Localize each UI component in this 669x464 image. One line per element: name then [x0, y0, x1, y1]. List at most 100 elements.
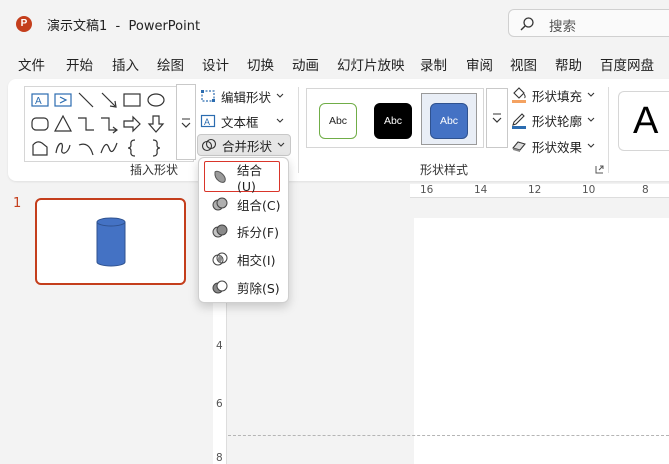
dialog-launcher-icon[interactable]	[595, 165, 604, 174]
rounded-rectangle-shape-icon[interactable]	[29, 113, 51, 135]
chevron-down-icon	[587, 117, 595, 122]
search-icon	[520, 17, 534, 31]
merge-shapes-icon	[201, 138, 217, 152]
ruler-tick-label: 4	[216, 340, 223, 352]
menu-item-label: 拆分(F)	[237, 224, 279, 240]
guide-line	[228, 435, 669, 436]
chevron-down-icon	[276, 93, 284, 98]
menu-item-subtract[interactable]: 剪除(S)	[205, 275, 283, 299]
freeform-shape-icon[interactable]	[29, 137, 51, 159]
ribbon-tabs: 文件 开始 插入 绘图 设计 切换 动画 幻灯片放映 录制 审阅 视图 帮助 百…	[0, 50, 669, 76]
ruler-tick-label: 6	[216, 398, 223, 410]
right-arrow-shape-icon[interactable]	[121, 113, 143, 135]
shape-style-swatch-outline-green[interactable]: Abc	[319, 103, 357, 139]
merge-shapes-menu: 结合(U) 组合(C) 拆分(F) 相交(I) 剪除(S)	[198, 157, 289, 303]
wordart-style-gallery[interactable]: A	[618, 91, 669, 151]
elbow-arrow-connector-shape-icon[interactable]	[98, 113, 120, 135]
menu-item-combine[interactable]: 组合(C)	[205, 192, 283, 216]
subtract-icon	[212, 280, 228, 294]
edit-shape-button[interactable]: 编辑形状	[200, 85, 284, 107]
group-divider	[298, 87, 299, 173]
ruler-tick-label: 12	[528, 184, 542, 196]
shape-gallery-expand-button[interactable]	[176, 84, 196, 160]
tab-home[interactable]: 开始	[66, 54, 93, 74]
tab-help[interactable]: 帮助	[555, 54, 582, 74]
window-title: 演示文稿1 - PowerPoint	[47, 19, 201, 34]
tab-view[interactable]: 视图	[510, 54, 537, 74]
cylinder-shape	[96, 217, 126, 267]
arrow-line-shape-icon[interactable]	[98, 89, 120, 111]
text-box-button[interactable]: A 文本框	[200, 110, 284, 132]
menu-item-intersect[interactable]: 相交(I)	[205, 247, 283, 271]
shape-effects-button[interactable]: 形状效果	[511, 135, 595, 157]
menu-item-label: 相交(I)	[237, 252, 276, 268]
chevron-down-icon	[277, 142, 285, 147]
oval-shape-icon[interactable]	[145, 89, 167, 111]
shape-styles-gallery: Abc Abc Abc	[306, 88, 484, 148]
shape-style-swatch-blue[interactable]: Abc	[430, 103, 468, 139]
shape-styles-expand-button[interactable]	[486, 88, 508, 148]
ruler-tick-label: 8	[642, 184, 649, 196]
tab-draw[interactable]: 绘图	[157, 54, 184, 74]
vertical-text-box-shape-icon[interactable]	[52, 89, 74, 111]
right-brace-shape-icon[interactable]	[145, 137, 167, 159]
merge-shapes-button[interactable]: 合并形状	[197, 134, 291, 156]
insert-shapes-group-label: 插入形状	[130, 163, 179, 177]
ruler-tick-label: 10	[582, 184, 596, 196]
tab-insert[interactable]: 插入	[112, 54, 139, 74]
slide-thumbnail[interactable]	[35, 198, 186, 285]
left-brace-shape-icon[interactable]	[121, 137, 143, 159]
shape-gallery: A	[24, 86, 194, 162]
ruler-tick-label: 14	[474, 184, 488, 196]
tab-file[interactable]: 文件	[18, 54, 45, 74]
slide-number: 1	[13, 196, 22, 211]
menu-item-label: 结合(U)	[237, 162, 263, 194]
edit-shape-icon	[201, 90, 215, 102]
shape-style-swatch-black[interactable]: Abc	[374, 103, 412, 139]
triangle-shape-icon[interactable]	[52, 113, 74, 135]
search-box[interactable]: 搜索	[508, 9, 669, 37]
combine-icon	[212, 197, 228, 211]
intersect-icon	[212, 252, 228, 266]
shape-outline-button[interactable]: 形状轮廓	[511, 109, 595, 131]
shape-effects-icon	[512, 141, 526, 152]
text-box-shape-icon[interactable]: A	[29, 89, 51, 111]
shape-fill-label: 形状填充	[532, 88, 583, 104]
shape-fill-button[interactable]: 形状填充	[511, 84, 595, 106]
tab-record[interactable]: 录制	[420, 54, 447, 74]
rectangle-shape-icon[interactable]	[121, 89, 143, 111]
search-placeholder: 搜索	[549, 19, 576, 35]
paint-bucket-icon	[512, 87, 526, 103]
tab-transitions[interactable]: 切换	[247, 54, 274, 74]
shape-styles-group-label: 形状样式	[420, 163, 469, 177]
arc-shape-icon[interactable]	[75, 137, 97, 159]
horizontal-ruler: 16 14 12 10 8	[410, 184, 669, 198]
chevron-down-icon	[587, 143, 595, 148]
ribbon-panel: A 编辑形状 A 文本框 合并形状 插入形状 Abc Abc Abc 形状样式 …	[8, 79, 669, 181]
merge-shapes-label: 合并形状	[222, 138, 273, 154]
tab-animations[interactable]: 动画	[292, 54, 319, 74]
tab-review[interactable]: 审阅	[466, 54, 493, 74]
svg-text:A: A	[35, 96, 42, 107]
tab-baidu-netdisk[interactable]: 百度网盘	[600, 54, 654, 74]
menu-item-union[interactable]: 结合(U)	[204, 161, 280, 194]
expand-more-icon	[492, 113, 502, 123]
shape-effects-label: 形状效果	[532, 139, 583, 155]
curve-shape-icon[interactable]	[98, 137, 120, 159]
svg-text:A: A	[204, 117, 210, 127]
slide-canvas[interactable]	[414, 218, 669, 464]
chevron-down-icon	[587, 92, 595, 97]
expand-more-icon	[181, 118, 191, 128]
scribble-shape-icon[interactable]	[52, 137, 74, 159]
menu-item-fragment[interactable]: 拆分(F)	[205, 219, 283, 243]
wordart-letter: A	[633, 100, 659, 142]
down-arrow-shape-icon[interactable]	[145, 113, 167, 135]
elbow-connector-shape-icon[interactable]	[75, 113, 97, 135]
pen-outline-icon	[512, 113, 526, 129]
line-shape-icon[interactable]	[75, 89, 97, 111]
menu-item-label: 组合(C)	[237, 197, 281, 213]
title-bar: P 演示文稿1 - PowerPoint 搜索	[0, 0, 669, 46]
tab-design[interactable]: 设计	[202, 54, 229, 74]
tab-slideshow[interactable]: 幻灯片放映	[337, 54, 405, 74]
chevron-down-icon	[276, 118, 283, 123]
